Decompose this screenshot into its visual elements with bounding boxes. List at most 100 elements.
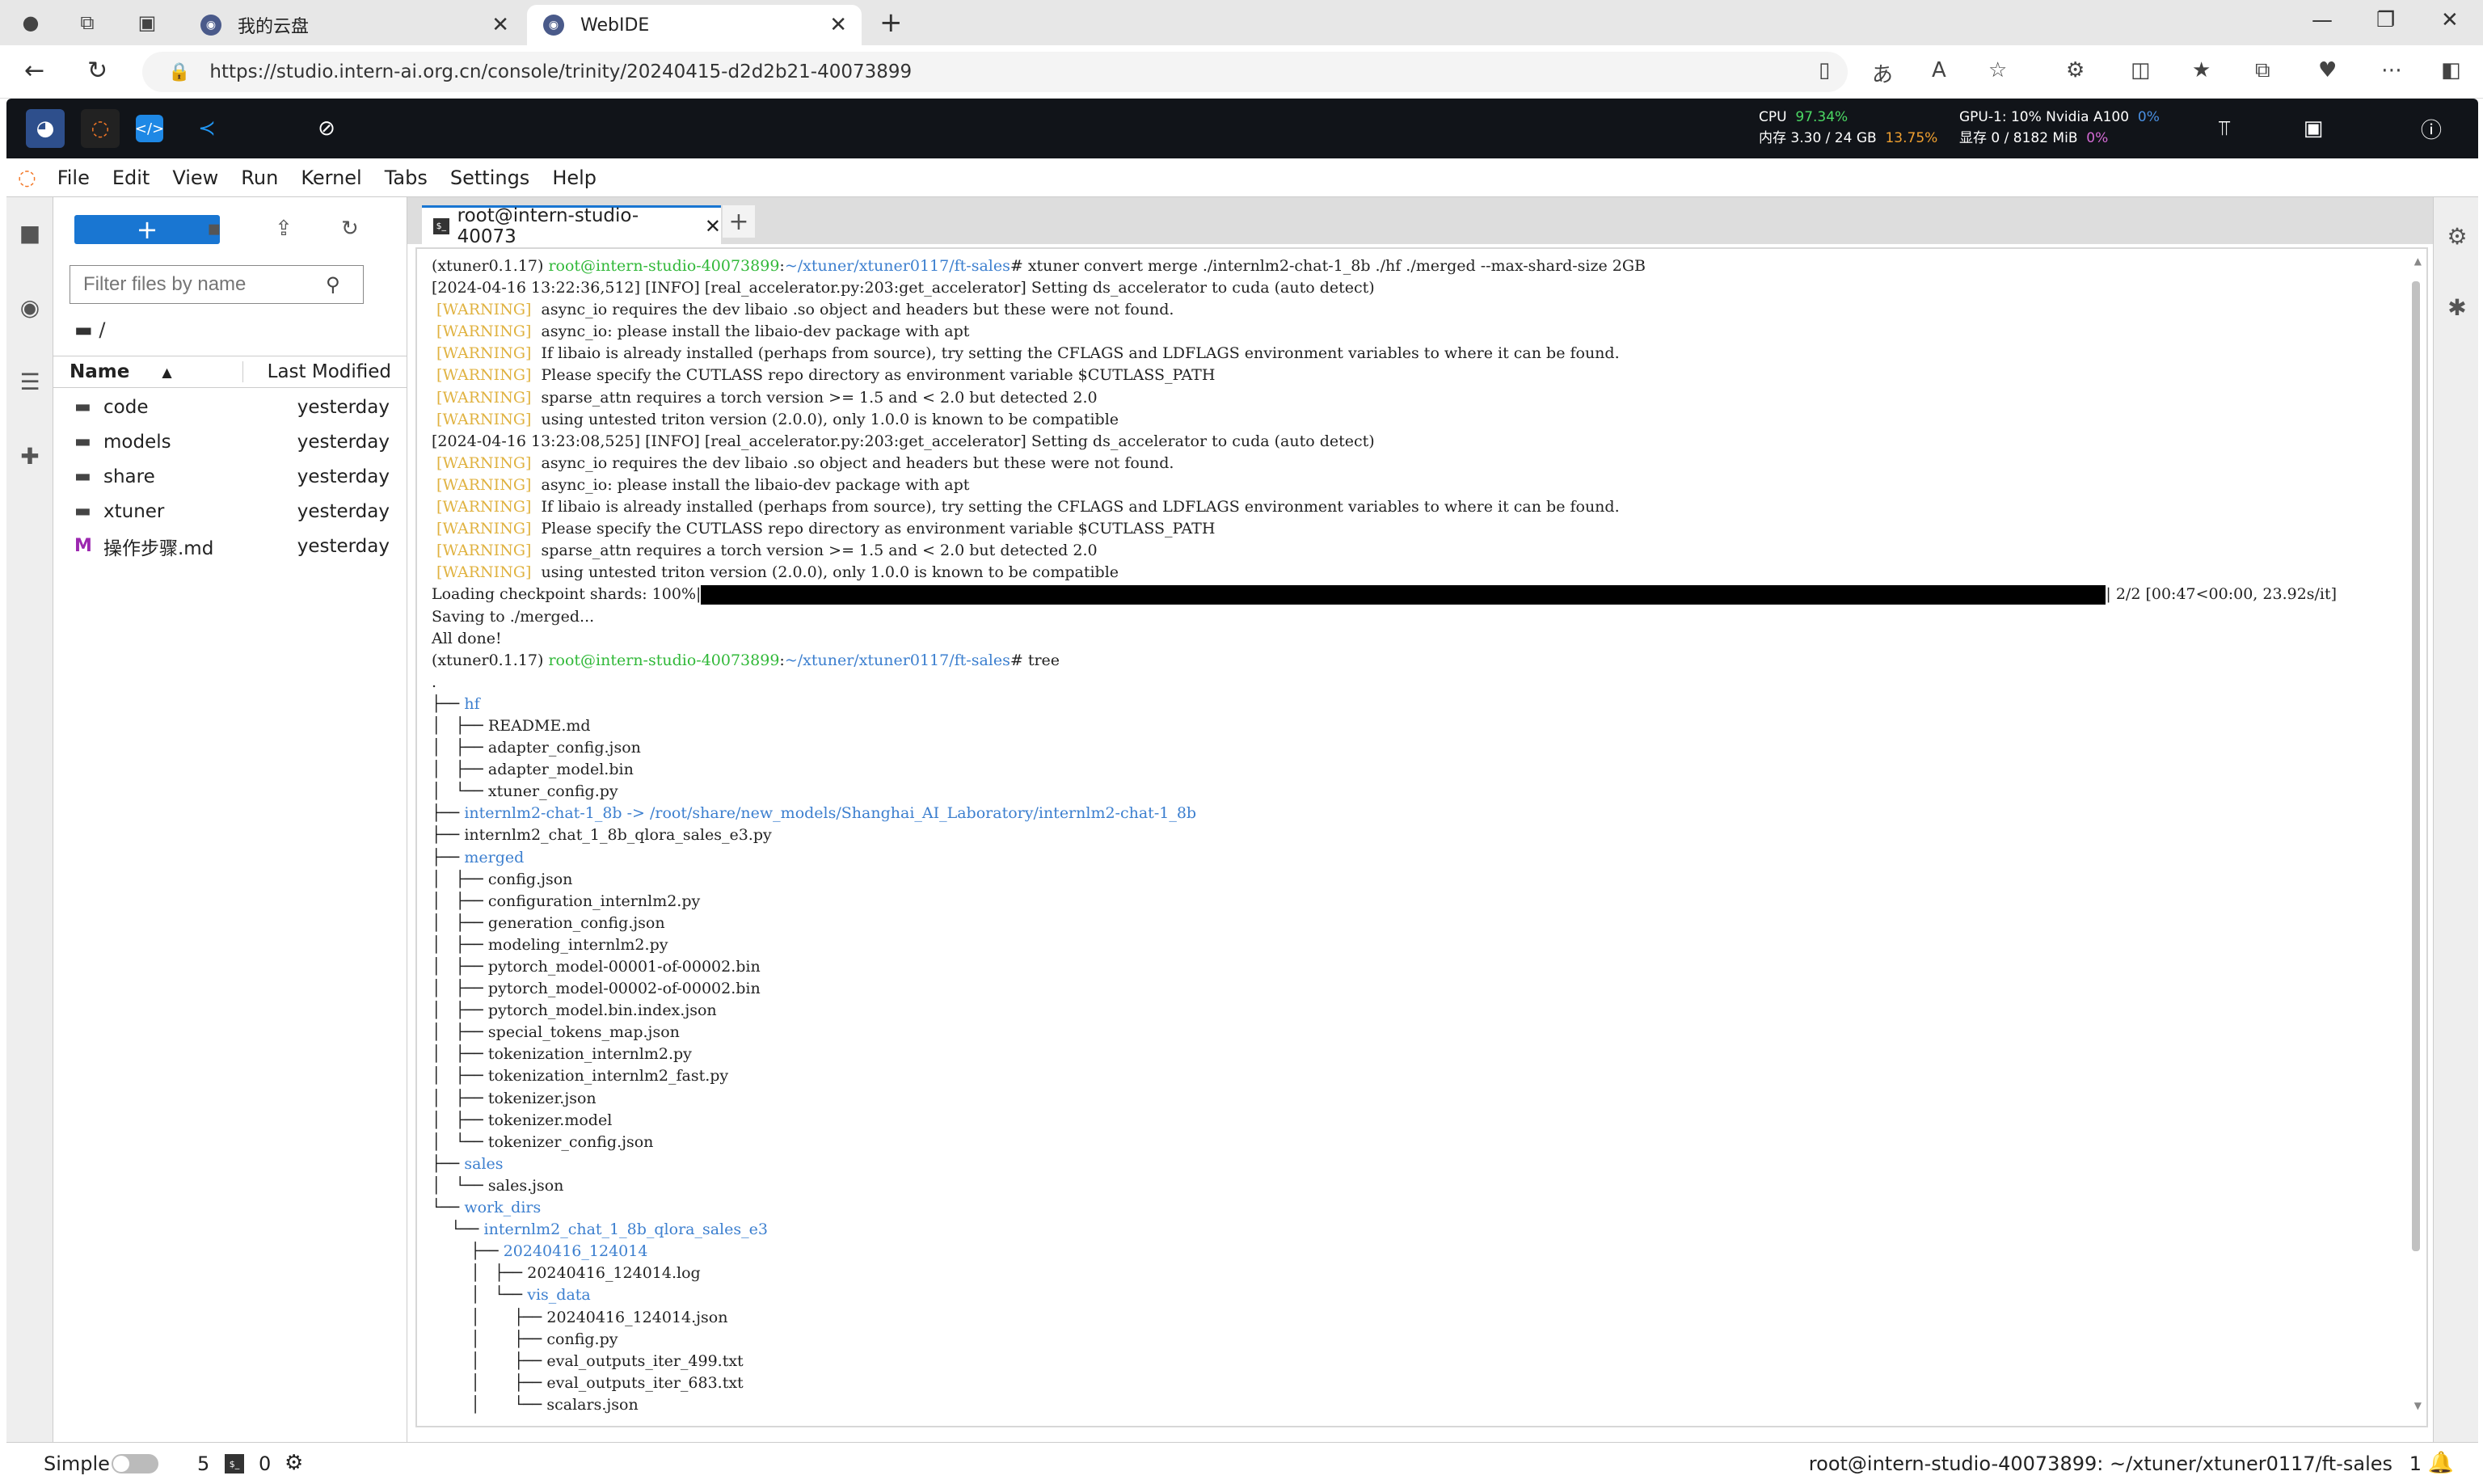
sort-ascending-icon[interactable]: ▲ xyxy=(162,365,171,380)
menu-help[interactable]: Help xyxy=(552,167,597,189)
back-icon[interactable]: ← xyxy=(24,57,44,85)
extensions-puzzle-icon[interactable]: ✚ xyxy=(14,440,46,472)
file-row[interactable]: ▬ share yesterday xyxy=(53,459,407,494)
jupyter-icon[interactable]: ◌ xyxy=(81,109,120,148)
terminal-text: [WARNING] xyxy=(432,498,537,516)
extensions-icon[interactable]: ⚙ xyxy=(2066,58,2085,82)
kernel-status-icon[interactable]: ⚙ xyxy=(285,1451,303,1475)
menu-settings[interactable]: Settings xyxy=(450,167,529,189)
refresh-icon[interactable]: ↻ xyxy=(87,57,107,85)
terminal-text: ├── xyxy=(432,804,465,823)
column-last-modified[interactable]: Last Modified xyxy=(242,361,391,382)
close-icon[interactable]: ✕ xyxy=(491,13,509,37)
add-tab-button[interactable]: + xyxy=(723,205,755,238)
menu-run[interactable]: Run xyxy=(241,167,278,189)
browser-tab-webide[interactable]: ◉ WebIDE ✕ xyxy=(527,5,862,45)
workspaces-icon[interactable]: ⧉ xyxy=(73,8,102,37)
close-icon[interactable]: ✕ xyxy=(705,215,721,238)
more-icon[interactable]: ⋯ xyxy=(2381,58,2402,82)
profile-icon[interactable]: ● xyxy=(16,8,45,37)
debugger-icon[interactable]: ✱ xyxy=(2441,291,2473,323)
studio-logo-icon[interactable]: ◕ xyxy=(26,109,65,148)
terminal-text: If libaio is already installed (perhaps … xyxy=(536,344,1620,363)
kernel-count[interactable]: 5 xyxy=(197,1452,209,1475)
terminal-panel[interactable]: (xtuner0.1.17) root@intern-studio-400738… xyxy=(415,247,2428,1427)
terminal-line: ├── internlm2-chat-1_8b -> /root/share/n… xyxy=(432,803,2337,824)
terminal-line: Saving to ./merged... xyxy=(432,606,2337,628)
site-favicon-icon: ◉ xyxy=(543,15,564,36)
scroll-up-icon[interactable]: ▲ xyxy=(2414,255,2422,267)
terminal-line: │ └── vis_data xyxy=(432,1284,2337,1306)
translate-icon[interactable]: あ xyxy=(1872,58,1893,88)
sidebar-icon[interactable]: ◧ xyxy=(2441,58,2461,82)
terminal-text: │ ├── eval_outputs_iter_499.txt xyxy=(432,1351,744,1370)
file-row[interactable]: ▬ models yesterday xyxy=(53,424,407,459)
terminal-text: │ ├── tokenization_internlm2.py xyxy=(432,1045,692,1064)
breadcrumb[interactable]: ▬ / xyxy=(74,318,105,341)
new-launcher-button[interactable]: + xyxy=(74,214,220,245)
menu-view[interactable]: View xyxy=(172,167,218,189)
notification-count[interactable]: 1 xyxy=(2409,1452,2422,1475)
browser-tab-cloud-disk[interactable]: ◉ 我的云盘 ✕ xyxy=(184,5,524,45)
upload-icon[interactable]: ⇪ xyxy=(275,217,293,241)
terminal-text: [2024-04-16 13:23:08,525] [INFO] [real_a… xyxy=(432,432,1375,450)
minimize-icon[interactable]: — xyxy=(2312,8,2333,32)
menu-tabs[interactable]: Tabs xyxy=(385,167,428,189)
tab-title: WebIDE xyxy=(580,15,650,36)
file-row[interactable]: M 操作步骤.md yesterday xyxy=(53,529,407,563)
scroll-down-icon[interactable]: ▼ xyxy=(2414,1400,2422,1411)
terminal-text: │ ├── adapter_model.bin xyxy=(432,761,634,779)
tensorflow-icon[interactable]: ⫪ xyxy=(2205,109,2244,148)
refresh-icon[interactable]: ↻ xyxy=(341,217,359,241)
compass-icon[interactable]: ⊘ xyxy=(307,109,346,148)
webide-icon[interactable]: </> xyxy=(135,115,164,142)
new-folder-icon[interactable]: ▪ xyxy=(207,217,221,241)
tab-terminal[interactable]: $_ root@intern-studio-40073 ✕ xyxy=(422,205,721,247)
menu-kernel[interactable]: Kernel xyxy=(301,167,361,189)
terminal-line: │ ├── config.json xyxy=(432,869,2337,891)
read-aloud-icon[interactable]: A xyxy=(1932,58,1946,82)
terminal-count[interactable]: 0 xyxy=(259,1452,271,1475)
image-tool-icon[interactable]: ▣ xyxy=(2294,109,2333,148)
terminal-text: # xtuner convert merge ./internlm2-chat-… xyxy=(1010,257,1646,275)
restore-icon[interactable]: ❐ xyxy=(2376,8,2395,32)
terminal-text: │ ├── special_tokens_map.json xyxy=(432,1023,680,1042)
table-of-contents-icon[interactable]: ☰ xyxy=(14,365,46,398)
terminal-line: │ ├── 20240416_124014.log xyxy=(432,1263,2337,1284)
terminal-text: async_io: please install the libaio-dev … xyxy=(536,323,970,341)
split-screen-icon[interactable]: ◫ xyxy=(2131,58,2151,82)
vscode-icon[interactable]: ≺ xyxy=(188,109,226,148)
column-name[interactable]: Name xyxy=(70,361,129,382)
performance-icon[interactable]: ♥ xyxy=(2318,58,2337,82)
folder-icon: ▬ xyxy=(74,466,91,487)
close-icon[interactable]: ✕ xyxy=(829,13,847,37)
url-field[interactable]: 🔒 https://studio.intern-ai.org.cn/consol… xyxy=(142,52,1848,92)
file-row[interactable]: ▬ xtuner yesterday xyxy=(53,494,407,529)
property-inspector-icon[interactable]: ⚙ xyxy=(2441,220,2473,252)
reading-view-icon[interactable]: ▯ xyxy=(1819,58,1830,82)
filter-input[interactable] xyxy=(83,273,326,296)
terminal-output: (xtuner0.1.17) root@intern-studio-400738… xyxy=(432,255,2337,1416)
tab-actions-icon[interactable]: ▣ xyxy=(133,8,162,37)
filter-files-input[interactable]: ⚲ xyxy=(70,265,364,304)
info-icon[interactable]: ⓘ xyxy=(2412,109,2451,148)
terminal-text: │ └── sales.json xyxy=(432,1176,564,1195)
running-kernels-icon[interactable]: ◉ xyxy=(14,291,46,323)
simple-mode-toggle[interactable] xyxy=(112,1454,158,1473)
favorite-star-icon[interactable]: ☆ xyxy=(1988,58,2007,82)
menu-edit[interactable]: Edit xyxy=(112,167,150,189)
markdown-icon: M xyxy=(74,536,92,556)
bell-icon[interactable]: 🔔 xyxy=(2428,1451,2454,1475)
folder-icon[interactable]: ■ xyxy=(14,217,46,249)
breadcrumb-root[interactable]: / xyxy=(99,318,105,341)
terminal-text: If libaio is already installed (perhaps … xyxy=(536,498,1620,516)
file-row[interactable]: ▬ code yesterday xyxy=(53,390,407,424)
terminal-text: [WARNING] xyxy=(432,366,537,385)
terminal-line: [WARNING] async_io: please install the l… xyxy=(432,474,2337,496)
scrollbar-thumb[interactable] xyxy=(2412,281,2420,1251)
favorites-icon[interactable]: ★ xyxy=(2192,58,2211,82)
new-tab-button[interactable]: + xyxy=(879,6,903,39)
collections-icon[interactable]: ⧉ xyxy=(2255,58,2270,83)
menu-file[interactable]: File xyxy=(57,167,90,189)
window-close-icon[interactable]: ✕ xyxy=(2441,8,2459,32)
